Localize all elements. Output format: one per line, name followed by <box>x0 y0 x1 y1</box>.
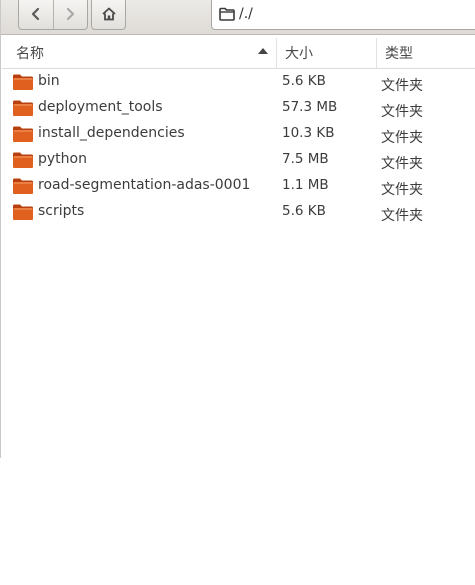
file-name: scripts <box>38 203 85 219</box>
folder-icon <box>12 125 34 147</box>
folder-icon <box>12 203 34 225</box>
list-item[interactable]: install_dependencies 10.3 KB 文件夹 <box>2 121 475 147</box>
file-type: 文件夹 <box>381 130 423 146</box>
file-name: python <box>38 151 87 167</box>
folder-icon <box>12 73 34 95</box>
sort-ascending-icon <box>258 48 268 54</box>
folder-icon <box>12 151 34 173</box>
file-size: 1.1 MB <box>282 177 329 193</box>
toolbar: /./ <box>1 0 475 35</box>
file-manager-window: /./ 名称 大小 类型 bin 5.6 KB 文件夹 deployment_t… <box>0 0 475 458</box>
file-list: bin 5.6 KB 文件夹 deployment_tools 57.3 MB … <box>2 69 475 225</box>
file-type: 文件夹 <box>381 78 423 94</box>
forward-button[interactable] <box>52 0 88 29</box>
file-name: road-segmentation-adas-0001 <box>38 177 251 193</box>
list-item[interactable]: deployment_tools 57.3 MB 文件夹 <box>2 95 475 121</box>
chevron-left-icon <box>31 7 39 21</box>
column-name-label: 名称 <box>16 46 44 62</box>
file-name: deployment_tools <box>38 99 163 115</box>
column-type-label: 类型 <box>385 46 413 62</box>
file-name: bin <box>38 73 60 89</box>
file-size: 57.3 MB <box>282 99 338 115</box>
list-item[interactable]: python 7.5 MB 文件夹 <box>2 147 475 173</box>
file-type: 文件夹 <box>381 156 423 172</box>
location-path: /./ <box>239 6 253 22</box>
back-button[interactable] <box>19 0 53 29</box>
file-size: 5.6 KB <box>282 203 326 219</box>
list-item[interactable]: scripts 5.6 KB 文件夹 <box>2 199 475 225</box>
folder-icon <box>12 99 34 121</box>
file-size: 7.5 MB <box>282 151 329 167</box>
list-item[interactable]: road-segmentation-adas-0001 1.1 MB 文件夹 <box>2 173 475 199</box>
home-button[interactable] <box>91 0 126 30</box>
file-name: install_dependencies <box>38 125 185 141</box>
file-size: 5.6 KB <box>282 73 326 89</box>
chevron-right-icon <box>67 7 75 21</box>
file-size: 10.3 KB <box>282 125 335 141</box>
column-type-header[interactable]: 类型 <box>376 38 475 68</box>
folder-icon <box>12 177 34 199</box>
navigation-buttons <box>18 0 88 30</box>
column-size-header[interactable]: 大小 <box>276 38 377 68</box>
location-bar[interactable]: /./ <box>211 0 475 30</box>
file-type: 文件夹 <box>381 208 423 224</box>
column-header: 名称 大小 类型 <box>2 38 475 69</box>
column-size-label: 大小 <box>285 46 313 62</box>
list-item[interactable]: bin 5.6 KB 文件夹 <box>2 69 475 95</box>
folder-icon <box>219 7 235 21</box>
column-name-header[interactable]: 名称 <box>2 38 276 68</box>
file-type: 文件夹 <box>381 182 423 198</box>
file-type: 文件夹 <box>381 104 423 120</box>
home-icon <box>101 7 116 21</box>
